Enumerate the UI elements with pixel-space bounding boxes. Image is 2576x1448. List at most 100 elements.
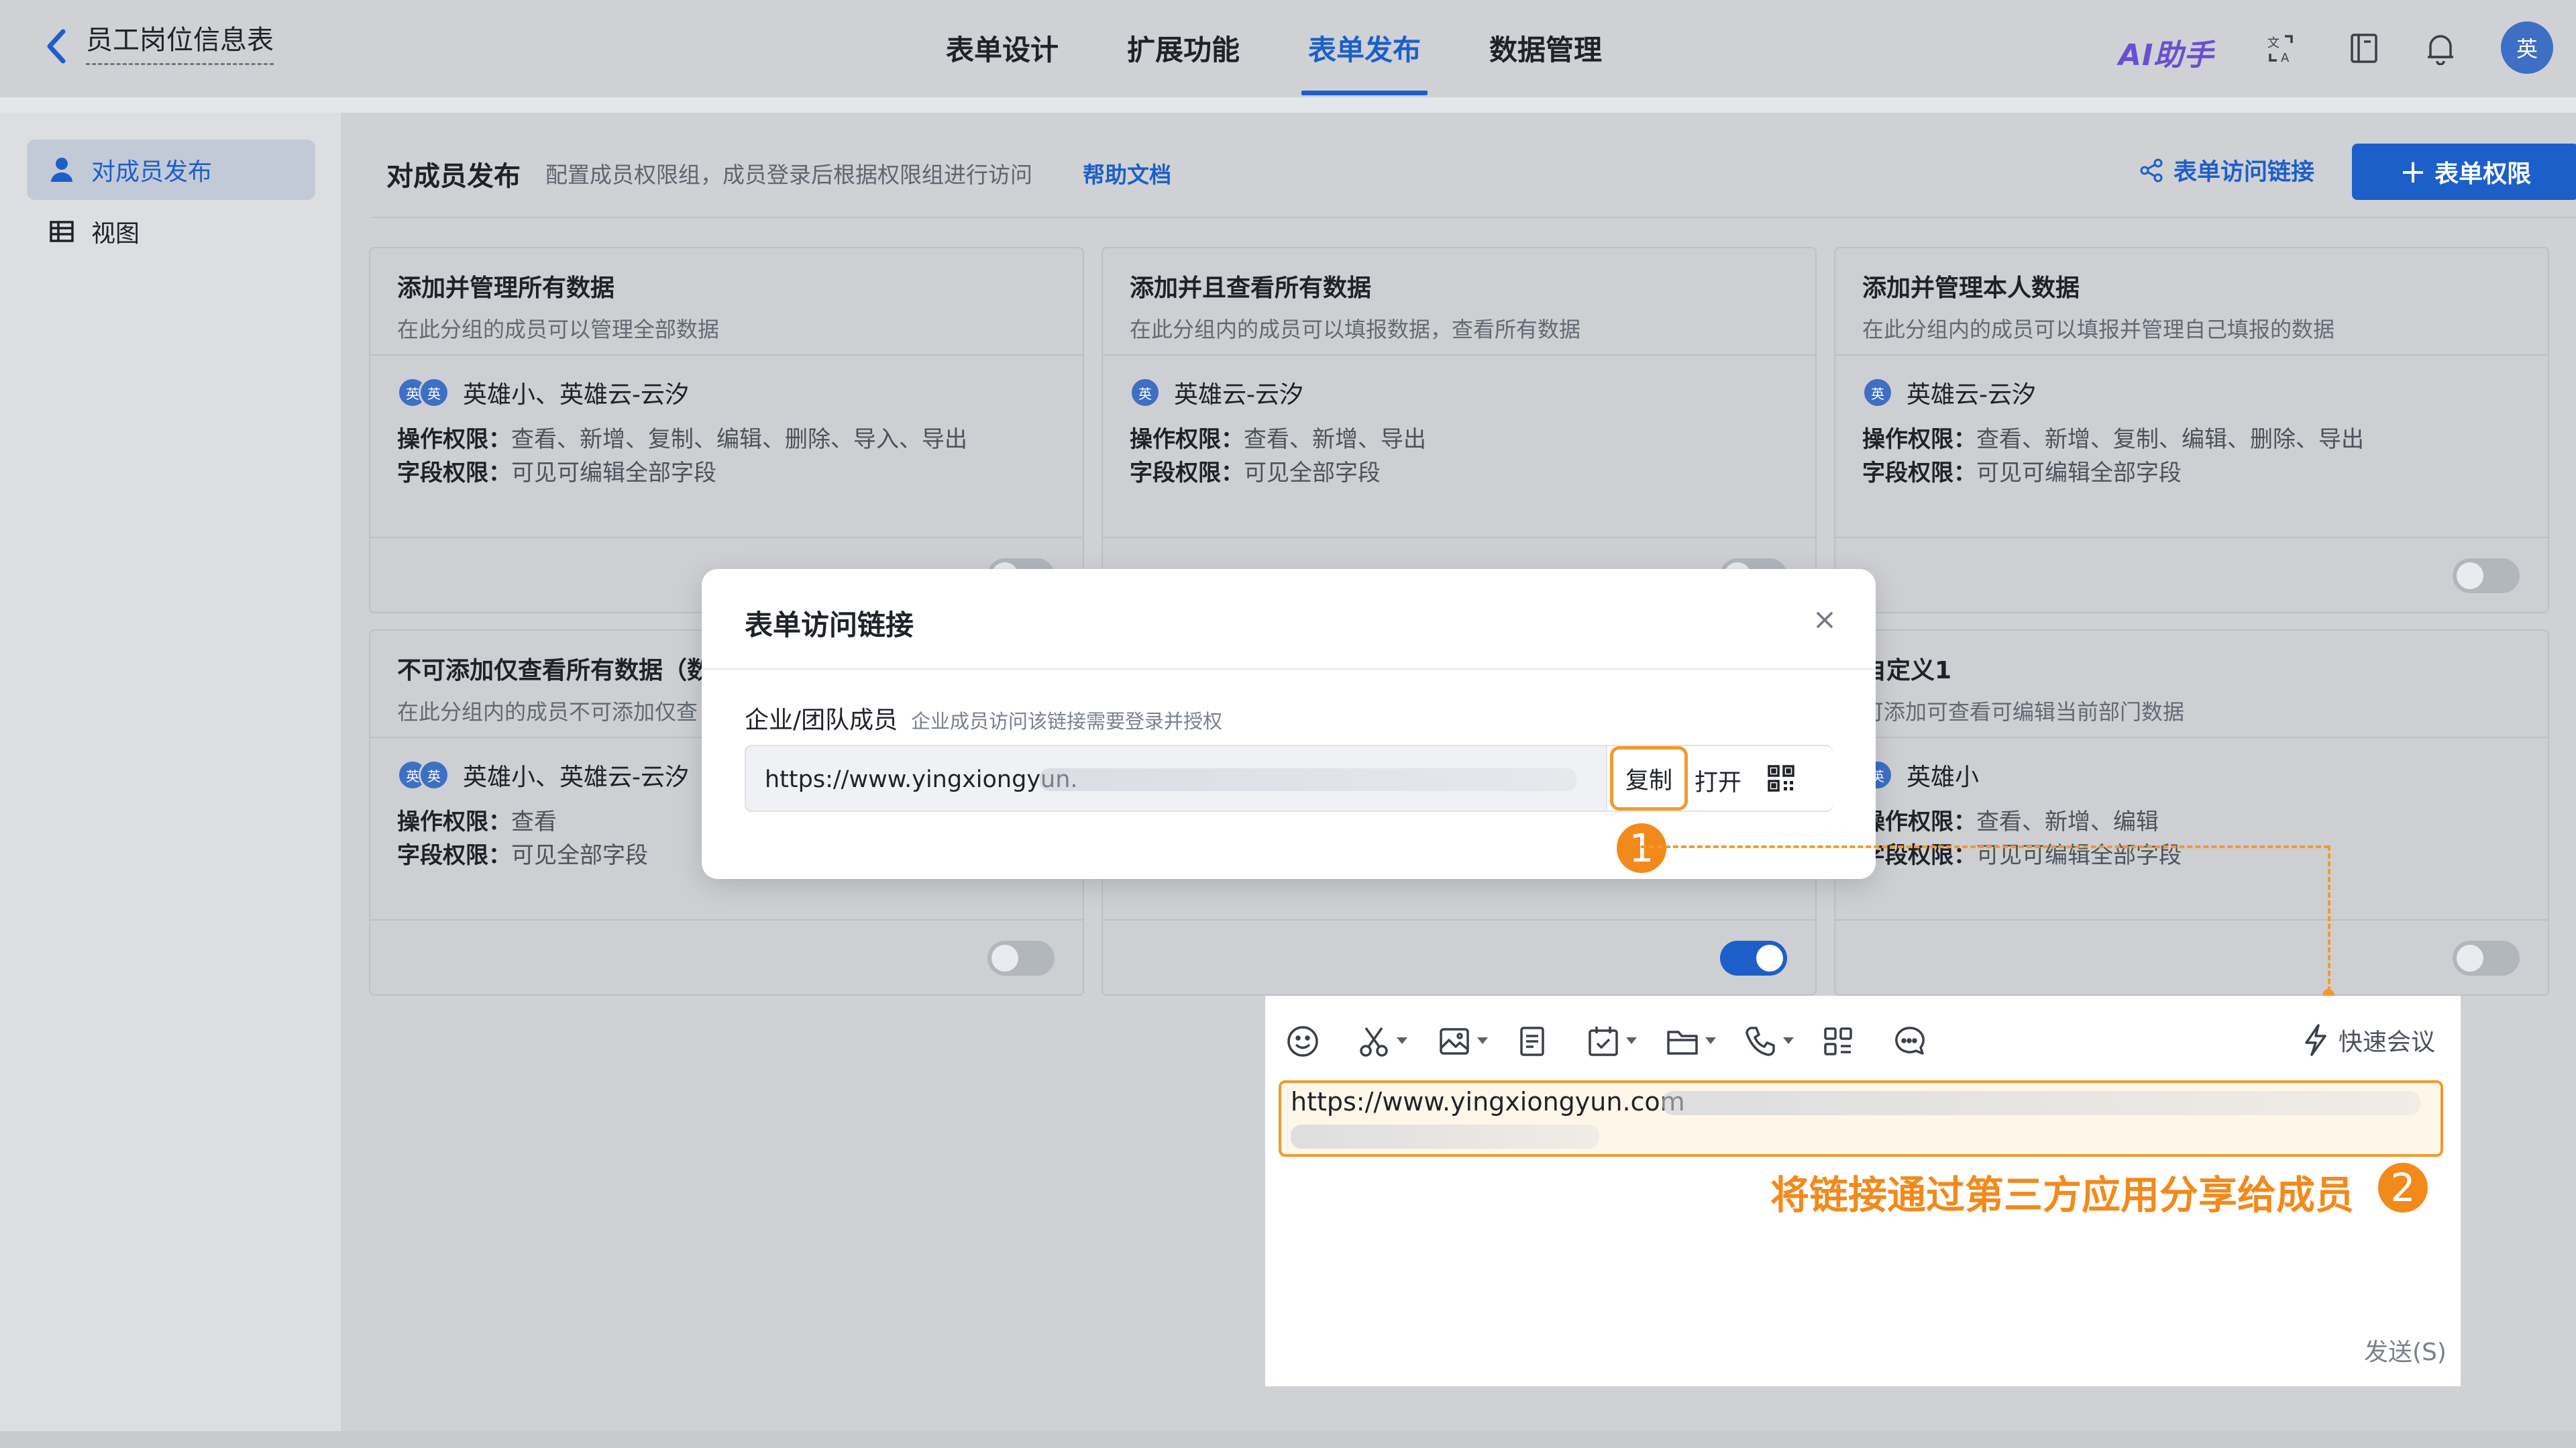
field-permission: 字段权限：可见可编辑全部字段 (397, 460, 716, 486)
send-button[interactable]: 发送(S) (2364, 1333, 2447, 1367)
plus-icon: + (2399, 153, 2427, 191)
quick-meeting-button[interactable]: 快速会议 (2301, 1023, 2435, 1057)
form-access-link-button[interactable]: 表单访问链接 (2139, 153, 2314, 187)
emoji-icon[interactable] (1284, 1023, 1322, 1060)
card-description: 在此分组内的成员可以填报数据，查看所有数据 (1130, 317, 1581, 342)
permission-group-card[interactable]: 自定义1 可添加可查看可编辑当前部门数据 英 英雄小 操作权限：查看、新增、编辑… (1834, 629, 2549, 996)
book-icon[interactable] (2344, 28, 2384, 68)
permission-group-card[interactable]: 添加并且查看所有数据 在此分组内的成员可以填报数据，查看所有数据 英 英雄云-云… (1102, 247, 1817, 613)
operation-permission: 操作权限：查看、新增、复制、编辑、删除、导入、导出 (397, 426, 967, 453)
share-instruction-caption: 将链接通过第三方应用分享给成员 (1770, 1172, 2355, 1218)
access-link-label: 表单访问链接 (2174, 159, 2315, 186)
field-permission: 字段权限：可见可编辑全部字段 (1862, 460, 2182, 486)
step-badge: 2 (2375, 1159, 2431, 1216)
document-icon[interactable] (1513, 1023, 1551, 1060)
access-link-modal: 表单访问链接 企业/团队成员 企业成员访问该链接需要登录并授权 https://… (702, 569, 1876, 879)
chevron-left-icon[interactable] (39, 23, 72, 70)
card-description: 在此分组的成员可以管理全部数据 (397, 317, 720, 342)
card-title: 添加并管理本人数据 (1862, 274, 2080, 302)
message-link-text: https://www.yingxiongyun.com (1291, 1087, 1685, 1117)
field-permission: 字段权限：可见全部字段 (1130, 460, 1381, 486)
avatar: 英 (1130, 377, 1161, 408)
card-title: 自定义1 (1862, 657, 1952, 684)
user-avatar[interactable]: 英 (2501, 21, 2553, 74)
qrcode-icon[interactable] (1765, 762, 1797, 794)
chevron-down-icon[interactable] (1626, 1037, 1637, 1044)
form-title[interactable]: 员工岗位信息表 (86, 23, 274, 65)
field-permission: 字段权限：可见可编辑全部字段 (1862, 842, 2182, 869)
member-names: 英雄小 (1907, 764, 1980, 791)
card-description: 在此分组内的成员可以填报并管理自己填报的数据 (1862, 317, 2335, 342)
chevron-down-icon[interactable] (1477, 1037, 1488, 1044)
access-link-url[interactable]: https://www.yingxiongyun. (765, 766, 1078, 793)
calendar-check-icon[interactable] (1585, 1023, 1622, 1060)
tab-data-management[interactable]: 数据管理 (1483, 0, 1609, 97)
message-input[interactable]: https://www.yingxiongyun.com (1279, 1080, 2443, 1157)
blurred-link-part (1662, 1091, 2420, 1115)
enable-toggle[interactable] (987, 941, 1055, 976)
sidebar: 对成员发布 视图 (0, 113, 341, 1431)
chevron-down-icon[interactable] (1705, 1037, 1716, 1044)
close-icon[interactable] (1811, 607, 1838, 633)
card-title: 添加并且查看所有数据 (1130, 274, 1372, 302)
avatar: 英 (419, 760, 449, 790)
chat-bubble-icon[interactable] (1890, 1023, 1928, 1060)
open-button[interactable]: 打开 (1695, 764, 1741, 798)
top-bar: 员工岗位信息表 表单设计 扩展功能 表单发布 数据管理 AI助手 文A 英 (0, 0, 2576, 97)
chat-toolbar: 快速会议 (1265, 996, 2461, 1070)
bottom-strip (0, 1431, 2576, 1448)
table-icon (47, 217, 76, 246)
member-list: 英 英雄云-云汐 (1130, 369, 1788, 416)
tab-extensions[interactable]: 扩展功能 (1120, 0, 1246, 97)
sidebar-item-label: 视图 (91, 220, 140, 248)
user-icon (47, 155, 76, 185)
permission-group-card[interactable]: 添加并管理本人数据 在此分组内的成员可以填报并管理自己填报的数据 英 英雄云-云… (1834, 247, 2549, 613)
enable-toggle[interactable] (2453, 941, 2520, 976)
quick-meeting-label: 快速会议 (2339, 1029, 2436, 1056)
ai-assistant-button[interactable]: AI助手 (2118, 31, 2214, 74)
scissors-icon[interactable] (1355, 1023, 1393, 1060)
tab-form-publish[interactable]: 表单发布 (1301, 0, 1428, 97)
member-type-label: 企业/团队成员 (745, 707, 898, 734)
member-names: 英雄小、英雄云-云汐 (463, 381, 689, 409)
divider (372, 217, 2576, 218)
member-list: 英 英雄小 (1862, 752, 2521, 798)
avatar: 英 (1862, 377, 1893, 408)
member-type-hint: 企业成员访问该链接需要登录并授权 (911, 710, 1223, 733)
bell-icon[interactable] (2420, 28, 2461, 68)
access-link-field[interactable]: https://www.yingxiongyun. 复制 打开 (745, 745, 1833, 812)
tab-form-design[interactable]: 表单设计 (939, 0, 1065, 97)
enable-toggle[interactable] (2453, 558, 2520, 593)
form-permission-button[interactable]: + 表单权限 (2352, 144, 2576, 200)
connector-line (2328, 845, 2330, 992)
phone-icon[interactable] (1741, 1023, 1779, 1060)
sidebar-item-label: 对成员发布 (91, 158, 213, 186)
image-icon[interactable] (1436, 1023, 1473, 1060)
copy-button[interactable]: 复制 (1610, 746, 1688, 811)
help-doc-link[interactable]: 帮助文档 (1083, 157, 1171, 189)
connector-line (1641, 845, 2329, 848)
translate-icon[interactable]: 文A (2261, 28, 2301, 68)
member-list: 英 英 英雄小、英雄云-云汐 (397, 369, 1056, 416)
card-title: 添加并管理所有数据 (397, 274, 615, 302)
permission-group-card[interactable]: 添加并管理所有数据 在此分组的成员可以管理全部数据 英 英 英雄小、英雄云-云汐… (369, 247, 1084, 613)
card-description: 可添加可查看可编辑当前部门数据 (1862, 699, 2185, 725)
apps-icon[interactable] (1819, 1023, 1857, 1060)
main-tabs: 表单设计 扩展功能 表单发布 数据管理 (939, 0, 1664, 97)
operation-permission: 操作权限：查看、新增、复制、编辑、删除、导出 (1862, 426, 2364, 453)
sidebar-item-member-publish[interactable]: 对成员发布 (27, 140, 315, 200)
operation-permission: 操作权限：查看、新增、编辑 (1862, 809, 2159, 835)
lightning-icon (2305, 1024, 2326, 1056)
chevron-down-icon[interactable] (1783, 1037, 1794, 1044)
chat-compose-panel: 快速会议 https://www.yingxiongyun.com 将链接通过第… (1265, 996, 2461, 1386)
chevron-down-icon[interactable] (1397, 1037, 1407, 1044)
modal-title: 表单访问链接 (745, 609, 914, 641)
permission-button-label: 表单权限 (2434, 160, 2532, 188)
page-description: 配置成员权限组，成员登录后根据权限组进行访问 (545, 162, 1032, 188)
svg-text:A: A (2281, 51, 2290, 64)
sidebar-item-views[interactable]: 视图 (27, 201, 315, 262)
enable-toggle[interactable] (1720, 941, 1787, 976)
folder-icon[interactable] (1664, 1023, 1701, 1060)
divider (702, 668, 1876, 670)
share-icon (2140, 158, 2163, 182)
